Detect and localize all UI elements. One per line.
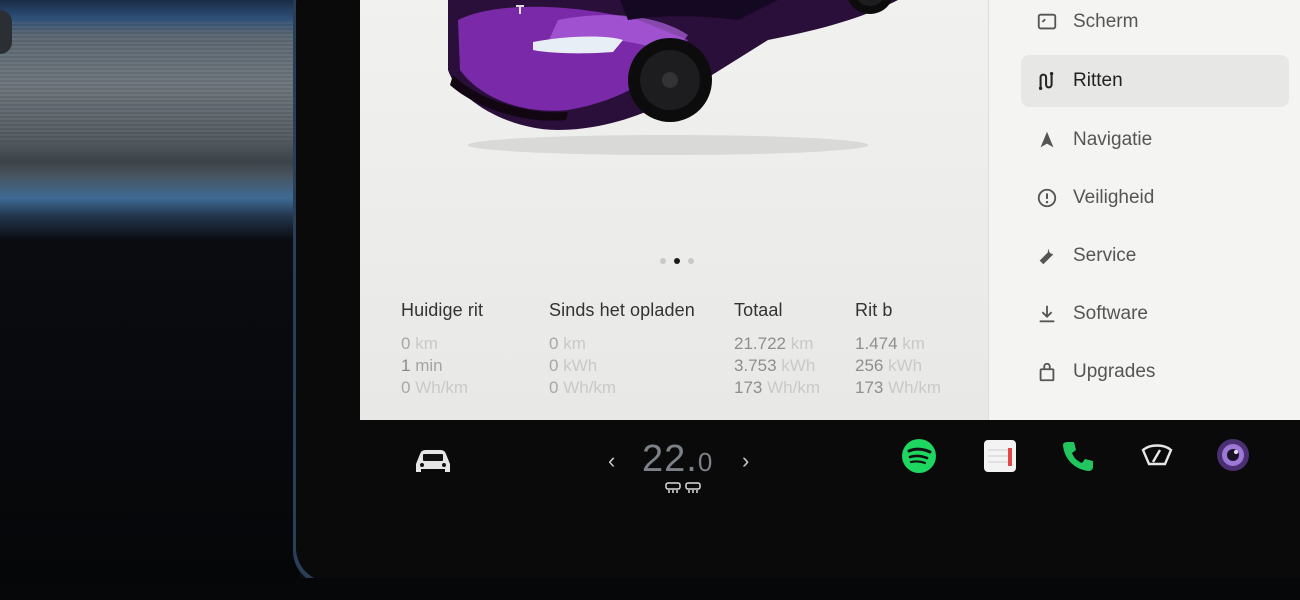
front-defrost-icon[interactable] [685,482,701,494]
carousel-dot-active[interactable] [674,258,680,264]
trip-consumption: 173 Wh/km [734,378,820,397]
trip-statistics: Huidige rit 0 km 1 min 0 Wh/km Sinds het… [360,300,988,420]
taskbar: ‹ 22.0 › [360,420,1300,500]
menu-item-label: Software [1073,303,1148,324]
settings-menu: Scherm Ritten Navigatie Veiligheid Servi… [988,0,1300,420]
carousel-dot[interactable] [688,258,694,264]
menu-item-label: Upgrades [1073,361,1156,382]
trip-energy: 0 kWh [549,356,598,375]
menu-item-label: Ritten [1073,70,1123,91]
camera-icon[interactable] [1216,438,1250,472]
wrench-icon [1035,244,1059,268]
display-icon [1035,10,1059,34]
touchscreen: Huidige rit 0 km 1 min 0 Wh/km Sinds het… [360,0,1300,420]
carousel-dots [660,258,694,264]
carousel-dot[interactable] [660,258,666,264]
trip-column-title: Huidige rit [401,300,484,320]
menu-item-label: Service [1073,245,1137,266]
vehicle-panel: Huidige rit 0 km 1 min 0 Wh/km Sinds het… [360,0,988,420]
wiper-icon[interactable] [1140,440,1174,470]
calendar-icon[interactable] [982,438,1018,474]
temperature-value: 22.0 [642,438,714,480]
trip-distance: 0 km [549,334,586,353]
menu-item-label: Veiligheid [1073,187,1155,208]
rear-defrost-icon[interactable] [665,482,681,494]
cabin-temperature-control: ‹ 22.0 › [602,438,762,482]
menu-item-scherm[interactable]: Scherm [1021,0,1289,48]
shopping-bag-icon [1035,360,1059,384]
trip-column-current: Huidige rit 0 km 1 min 0 Wh/km [401,300,483,399]
trip-energy: 3.753 kWh [734,356,816,375]
menu-item-service[interactable]: Service [1021,230,1289,282]
dash-knob [0,10,12,54]
trip-column-title: Totaal [734,300,783,320]
menu-item-navigatie[interactable]: Navigatie [1021,114,1289,166]
temperature-decrease-button[interactable]: ‹ [608,448,615,474]
trip-column-total: Totaal 21.722 km 3.753 kWh 173 Wh/km [734,300,820,399]
menu-item-veiligheid[interactable]: Veiligheid [1021,172,1289,224]
navigation-arrow-icon [1035,128,1059,152]
trip-column-title: Sinds het opladen [549,300,695,320]
trip-consumption: 0 Wh/km [401,378,469,397]
menu-item-label: Scherm [1073,11,1139,32]
trip-distance: 0 km [401,334,438,353]
trip-distance: 1.474 km [855,334,925,353]
menu-item-software[interactable]: Software [1021,288,1289,340]
defrost-controls [665,482,701,494]
menu-item-label: Navigatie [1073,129,1153,150]
dashboard-trim [0,0,300,600]
console-edge [0,578,1300,600]
download-icon [1035,302,1059,326]
trip-column-since-charge: Sinds het opladen 0 km 0 kWh 0 Wh/km [549,300,695,399]
trip-distance: 21.722 km [734,334,814,353]
trip-consumption: 173 Wh/km [855,378,941,397]
trip-column-title: Rit b [855,300,893,320]
trip-consumption: 0 Wh/km [549,378,617,397]
spotify-icon[interactable] [901,438,937,474]
menu-item-upgrades[interactable]: Upgrades [1021,346,1289,398]
trip-energy: 256 kWh [855,356,923,375]
phone-icon[interactable] [1060,438,1096,474]
car-image [448,0,898,155]
trip-column-trip-b: Rit b 1.474 km 256 kWh 173 Wh/km [855,300,941,399]
temperature-increase-button[interactable]: › [742,448,749,474]
trips-icon [1035,69,1059,93]
car-icon[interactable] [410,444,456,478]
safety-icon [1035,186,1059,210]
trip-duration: 1 min [401,356,443,375]
menu-item-ritten[interactable]: Ritten [1021,55,1289,107]
brushed-aluminum-trim [0,22,300,142]
